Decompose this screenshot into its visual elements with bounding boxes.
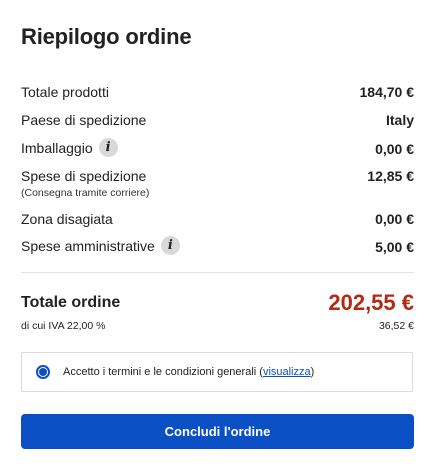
row-label: Spese amministrative [21, 237, 155, 254]
submit-order-button[interactable]: Concludi l'ordine [21, 414, 414, 449]
row-label: Paese di spedizione [21, 112, 147, 128]
total-row: Totale ordine 202,55 € [21, 290, 414, 316]
row-value: 184,70 € [359, 84, 415, 100]
row-label: Imballaggio [21, 139, 93, 156]
summary-row-packaging: Imballaggio i 0,00 € [21, 138, 414, 157]
vat-row: di cui IVA 22,00 % 36,52 € [21, 320, 414, 332]
terms-text-wrap: Accetto i termini e le condizioni genera… [63, 366, 314, 378]
summary-row-country: Paese di spedizione Italy [21, 112, 414, 128]
row-value: 12,85 € [367, 168, 414, 184]
page-title: Riepilogo ordine [21, 24, 192, 49]
terms-text-close: ) [310, 366, 315, 378]
row-value: 0,00 € [375, 211, 414, 227]
row-label-wrap: Spese di spedizione (Consegna tramite co… [21, 168, 149, 199]
terms-text: Accetto i termini e le condizioni genera… [63, 366, 263, 378]
terms-acceptance[interactable]: Accetto i termini e le condizioni genera… [21, 352, 413, 392]
info-icon[interactable]: i [160, 236, 180, 255]
row-label: Spese di spedizione [21, 168, 147, 184]
row-value: 0,00 € [375, 141, 414, 157]
row-label: Zona disagiata [21, 211, 113, 227]
row-value: 5,00 € [375, 239, 414, 255]
summary-row-shipping: Spese di spedizione (Consegna tramite co… [21, 168, 414, 199]
radio-selected-dot [39, 368, 47, 376]
divider [21, 272, 414, 273]
summary-row-products: Totale prodotti 184,70 € [21, 84, 414, 100]
terms-view-link[interactable]: visualizza [263, 366, 311, 378]
vat-value: 36,52 € [378, 320, 414, 332]
row-label-wrap: Imballaggio i [21, 138, 118, 157]
row-value: Italy [385, 112, 414, 128]
terms-radio[interactable] [36, 365, 50, 379]
summary-row-admin-fees: Spese amministrative i 5,00 € [21, 236, 414, 255]
summary-row-remote-zone: Zona disagiata 0,00 € [21, 211, 414, 227]
row-sublabel: (Consegna tramite corriere) [21, 187, 150, 199]
row-label: Totale prodotti [21, 84, 109, 100]
vat-label: di cui IVA 22,00 % [21, 320, 106, 332]
row-label-wrap: Spese amministrative i [21, 236, 180, 255]
total-value: 202,55 € [328, 290, 414, 315]
total-label: Totale ordine [21, 294, 121, 311]
info-icon[interactable]: i [98, 138, 118, 157]
